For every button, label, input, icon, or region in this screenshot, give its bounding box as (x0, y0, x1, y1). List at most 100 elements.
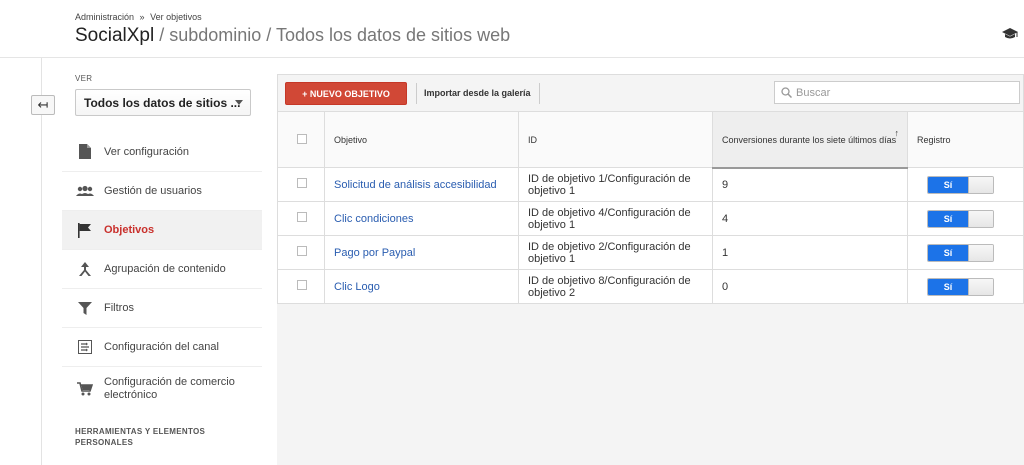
sidebar-item-view-settings[interactable]: Ver configuración (62, 132, 262, 171)
sidebar-item-label: Gestión de usuarios (104, 185, 202, 197)
graduation-cap-icon[interactable] (1002, 28, 1018, 40)
goal-id-cell: ID de objetivo 2/Configuración de objeti… (518, 235, 713, 270)
row-checkbox[interactable] (297, 246, 307, 256)
goal-link[interactable]: Clic condiciones (334, 213, 413, 225)
import-from-gallery-button[interactable]: Importar desde la galería (424, 88, 531, 98)
row-checkbox[interactable] (297, 280, 307, 290)
search-placeholder: Buscar (796, 86, 831, 99)
goal-id-cell: ID de objetivo 8/Configuración de objeti… (518, 269, 713, 304)
sidebar-gutter-line (41, 58, 42, 465)
recording-toggle[interactable]: Sí (927, 175, 994, 194)
column-header-conversions-label: Conversiones durante los siete últimos d… (722, 135, 897, 146)
breadcrumb-admin-link[interactable]: Administración (75, 12, 134, 22)
conversions-cell: 9 (712, 167, 908, 202)
sidebar-nav: Ver configuración Gestión de usuarios Ob… (62, 132, 262, 410)
sort-ascending-icon: ↑ (894, 128, 900, 138)
recording-toggle[interactable]: Sí (927, 277, 994, 296)
goal-id-cell: ID de objetivo 1/Configuración de objeti… (518, 167, 713, 202)
back-button[interactable]: ↤ (31, 95, 55, 115)
account-name[interactable]: SocialXpl (75, 25, 154, 46)
sidebar-item-label: Configuración del canal (104, 341, 219, 353)
table-row: Solicitud de análisis accesibilidad ID d… (277, 167, 1024, 202)
column-header-recording[interactable]: Registro (907, 111, 1024, 168)
toggle-off-knob (968, 176, 993, 193)
recording-toggle[interactable]: Sí (927, 209, 994, 228)
recording-cell: Sí (907, 269, 1024, 304)
view-label: VER (75, 74, 93, 83)
row-checkbox[interactable] (297, 212, 307, 222)
column-header-goal[interactable]: Objetivo (324, 111, 519, 168)
row-select-cell (277, 167, 325, 202)
toggle-on-label: Sí (928, 278, 968, 295)
toggle-on-label: Sí (928, 244, 968, 261)
page-title: SocialXpl / subdominio / Todos los datos… (75, 25, 510, 47)
sidebar-item-label: Objetivos (104, 224, 155, 236)
table-row: Pago por Paypal ID de objetivo 2/Configu… (277, 235, 1024, 270)
search-icon (781, 87, 792, 98)
recording-cell: Sí (907, 167, 1024, 202)
select-all-checkbox[interactable] (297, 133, 307, 144)
row-select-cell (277, 235, 325, 270)
goal-link[interactable]: Solicitud de análisis accesibilidad (334, 179, 497, 191)
breadcrumb: Administración » Ver objetivos (75, 12, 202, 22)
goal-link[interactable]: Pago por Paypal (334, 247, 415, 259)
toggle-off-knob (968, 244, 993, 261)
table-row: Clic condiciones ID de objetivo 4/Config… (277, 201, 1024, 236)
column-header-id[interactable]: ID (518, 111, 713, 168)
sidebar-item-label: Agrupación de contenido (104, 263, 226, 275)
goal-name-cell: Clic Logo (324, 269, 519, 304)
toggle-off-knob (968, 210, 993, 227)
cart-icon (76, 381, 94, 397)
search-input[interactable]: Buscar (774, 81, 1020, 104)
arrow-left-icon: ↤ (37, 97, 49, 112)
recording-cell: Sí (907, 201, 1024, 236)
table-row: Clic Logo ID de objetivo 8/Configuración… (277, 269, 1024, 304)
goal-name-cell: Pago por Paypal (324, 235, 519, 270)
goal-id-cell: ID de objetivo 4/Configuración de objeti… (518, 201, 713, 236)
sidebar-item-label: Ver configuración (104, 145, 189, 158)
view-selector-value: Todos los datos de sitios ... (84, 96, 241, 110)
sidebar-item-channel-settings[interactable]: Configuración del canal (62, 327, 262, 366)
toolbar-divider (416, 83, 417, 104)
goal-name-cell: Clic condiciones (324, 201, 519, 236)
goal-link[interactable]: Clic Logo (334, 281, 380, 293)
row-checkbox[interactable] (297, 178, 307, 188)
sidebar-item-user-management[interactable]: Gestión de usuarios (62, 171, 262, 210)
breadcrumb-separator: » (139, 12, 145, 22)
breadcrumb-current: Ver objetivos (150, 12, 202, 22)
table-header-row: Objetivo ID Conversiones durante los sie… (277, 111, 1024, 169)
row-select-cell (277, 201, 325, 236)
users-icon (76, 183, 94, 199)
channel-icon (76, 339, 94, 355)
goal-name-cell: Solicitud de análisis accesibilidad (324, 167, 519, 202)
sidebar-item-ecommerce-settings[interactable]: Configuración de comercio electrónico (62, 366, 262, 410)
conversions-cell: 4 (712, 201, 908, 236)
column-header-conversions[interactable]: Conversiones durante los siete últimos d… (712, 111, 908, 169)
personal-tools-section-label: HERRAMIENTAS Y ELEMENTOS PERSONALES (75, 427, 206, 447)
toolbar-divider (539, 83, 540, 104)
toggle-on-label: Sí (928, 210, 968, 227)
page-header: Administración » Ver objetivos SocialXpl… (0, 0, 1024, 58)
chevron-down-icon (235, 100, 243, 105)
sidebar-item-content-grouping[interactable]: Agrupación de contenido (62, 249, 262, 288)
row-select-cell (277, 269, 325, 304)
flag-icon (76, 222, 94, 238)
conversions-cell: 1 (712, 235, 908, 270)
toggle-off-knob (968, 278, 993, 295)
sidebar-item-label: Filtros (104, 302, 134, 314)
toggle-on-label: Sí (928, 176, 968, 193)
sidebar-item-goals[interactable]: Objetivos (62, 210, 262, 249)
conversions-cell: 0 (712, 269, 908, 304)
recording-cell: Sí (907, 235, 1024, 270)
sidebar-item-filters[interactable]: Filtros (62, 288, 262, 327)
sidebar-item-label: Configuración de comercio electrónico (104, 375, 235, 401)
goals-table: Objetivo ID Conversiones durante los sie… (277, 111, 1024, 304)
new-goal-button[interactable]: + NUEVO OBJETIVO (285, 82, 407, 105)
document-icon (76, 144, 94, 160)
property-view-path[interactable]: / subdominio / Todos los datos de sitios… (154, 25, 510, 45)
select-all-header (277, 111, 325, 168)
filter-icon (76, 300, 94, 316)
view-selector[interactable]: Todos los datos de sitios ... (75, 89, 251, 116)
recording-toggle[interactable]: Sí (927, 243, 994, 262)
grouping-icon (76, 261, 94, 277)
